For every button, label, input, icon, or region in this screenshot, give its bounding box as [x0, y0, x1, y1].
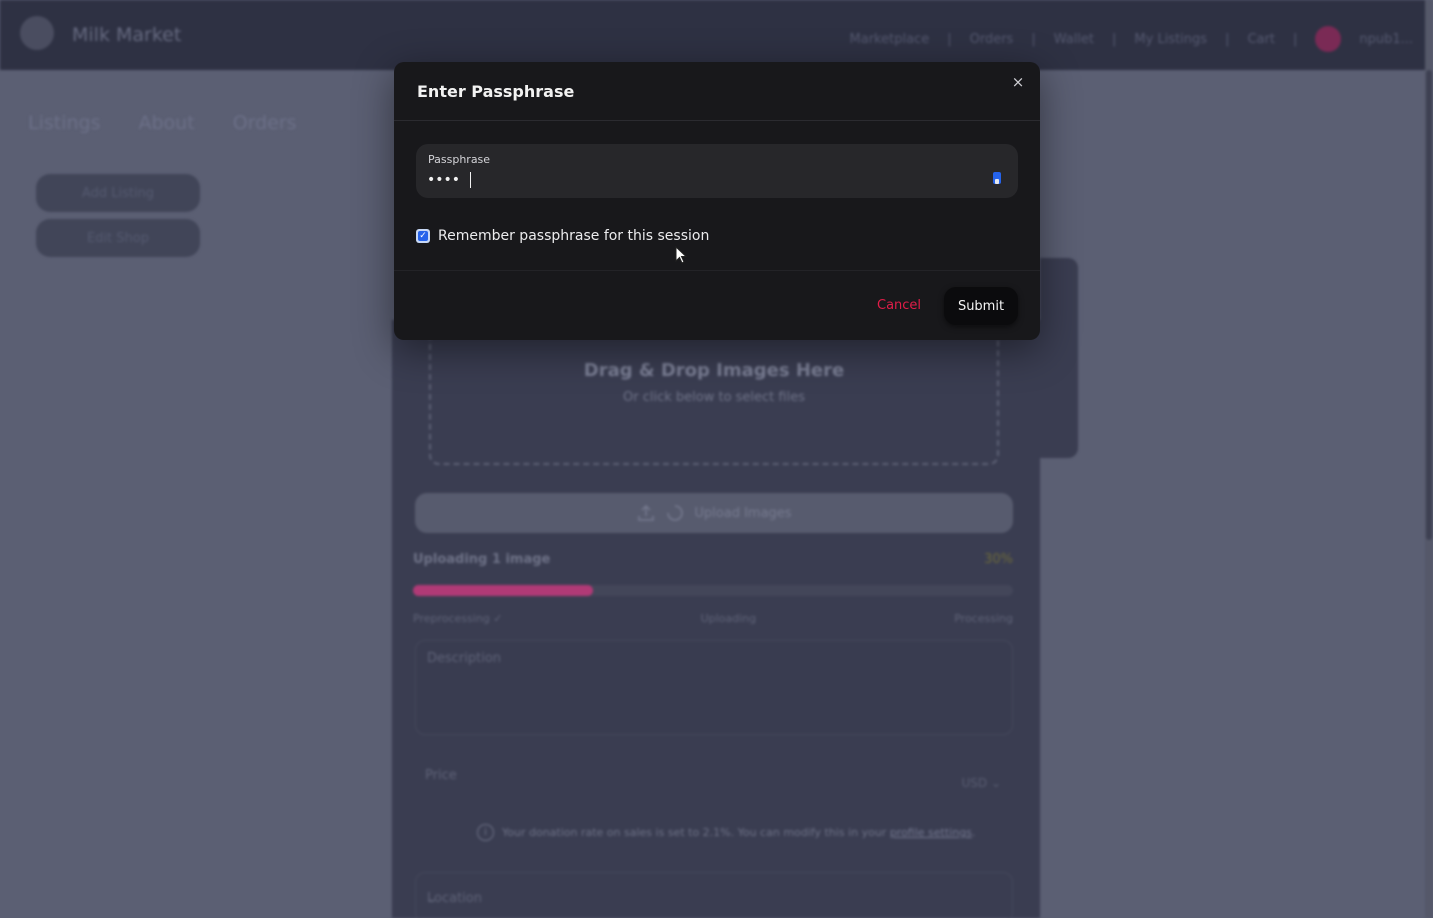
donation-text: Your donation rate on sales is set to 2.… [502, 826, 976, 839]
remember-label: Remember passphrase for this session [438, 228, 710, 244]
top-navbar: Milk Market Marketplace | Orders | Wallet |… [0, 0, 1433, 70]
add-listing-button[interactable]: Add Listing [36, 174, 200, 212]
chevron-down-icon: ⌄ [990, 776, 1001, 790]
stage-preprocessing: Preprocessing ✓ [413, 612, 503, 625]
donation-info: i Your donation rate on sales is set to … [477, 824, 975, 841]
close-icon[interactable]: × [1008, 72, 1028, 92]
location-select[interactable]: Location ⌄ [415, 872, 1013, 918]
price-field[interactable]: Price USD ⌄ [415, 760, 1013, 808]
stage-uploading: Uploading [700, 612, 757, 625]
upload-stages: Preprocessing ✓ Uploading Processing [413, 612, 1013, 625]
upload-status: Uploading 1 image [413, 552, 551, 567]
nav-separator: | [1225, 31, 1230, 47]
remember-checkbox[interactable]: ✓ [416, 229, 430, 243]
profile-settings-link[interactable]: profile settings [890, 826, 972, 839]
description-field[interactable]: Description [415, 640, 1013, 735]
avatar[interactable] [1315, 26, 1342, 52]
chevron-down-icon: ⌄ [427, 891, 438, 905]
passphrase-input[interactable] [427, 170, 967, 190]
nav-orders[interactable]: Orders [970, 32, 1014, 47]
description-placeholder: Description [427, 651, 502, 666]
tab-about[interactable]: About [139, 112, 195, 134]
upload-button-label: Upload Images [694, 505, 792, 521]
page-tabs: Listings About Orders [28, 112, 297, 134]
price-label: Price [425, 768, 457, 783]
passphrase-field[interactable]: Passphrase [416, 144, 1018, 198]
text-caret [470, 172, 471, 188]
nav-cart[interactable]: Cart [1247, 32, 1275, 47]
edit-shop-button[interactable]: Edit Shop [36, 219, 200, 257]
cancel-button[interactable]: Cancel [877, 298, 921, 313]
tab-listings[interactable]: Listings [28, 112, 101, 134]
passphrase-label: Passphrase [428, 153, 491, 166]
side-card [1040, 258, 1078, 458]
remember-passphrase-option[interactable]: ✓ Remember passphrase for this session [416, 228, 709, 244]
upload-progress-fill [413, 585, 593, 596]
upload-percent: 30% [984, 552, 1013, 567]
dropzone-title: Drag & Drop Images Here [583, 360, 845, 381]
nav-separator: | [1031, 31, 1036, 47]
modal-footer-divider [394, 270, 1040, 271]
upload-progress-bar [413, 585, 1013, 596]
top-nav: Marketplace | Orders | Wallet | My Listings… [850, 26, 1413, 52]
stage-processing: Processing [954, 612, 1013, 625]
password-manager-icon[interactable] [992, 172, 1002, 186]
nav-separator: | [1292, 31, 1298, 47]
image-dropzone[interactable]: Drag & Drop Images Here Or click below t… [429, 320, 999, 465]
donation-text-body: Your donation rate on sales is set to 2.… [502, 826, 887, 839]
nav-separator: | [947, 31, 952, 47]
passphrase-modal: Enter Passphrase × Passphrase ✓ Remember… [394, 62, 1040, 340]
submit-button[interactable]: Submit [944, 287, 1018, 325]
spinner-icon [667, 505, 684, 521]
dropzone-subtitle: Or click below to select files [623, 390, 805, 405]
scrollbar-thumb[interactable] [1426, 70, 1432, 540]
app-name: Milk Market [72, 24, 182, 46]
user-label[interactable]: npub1... [1359, 32, 1413, 47]
upload-images-button[interactable]: Upload Images [415, 493, 1013, 533]
scrollbar[interactable] [1425, 0, 1433, 918]
modal-title: Enter Passphrase [417, 82, 575, 101]
nav-separator: | [1112, 31, 1117, 47]
modal-divider [394, 120, 1040, 121]
app-logo [20, 16, 54, 50]
currency-select[interactable]: USD ⌄ [961, 776, 1001, 790]
nav-wallet[interactable]: Wallet [1054, 32, 1094, 47]
tab-orders[interactable]: Orders [233, 112, 297, 134]
currency-value: USD [961, 776, 988, 790]
upload-icon [638, 504, 655, 521]
info-icon: i [477, 824, 494, 841]
checkmark-icon: ✓ [418, 231, 428, 241]
nav-my-listings[interactable]: My Listings [1134, 32, 1207, 47]
mouse-cursor-icon [675, 246, 687, 264]
nav-marketplace[interactable]: Marketplace [850, 32, 930, 47]
